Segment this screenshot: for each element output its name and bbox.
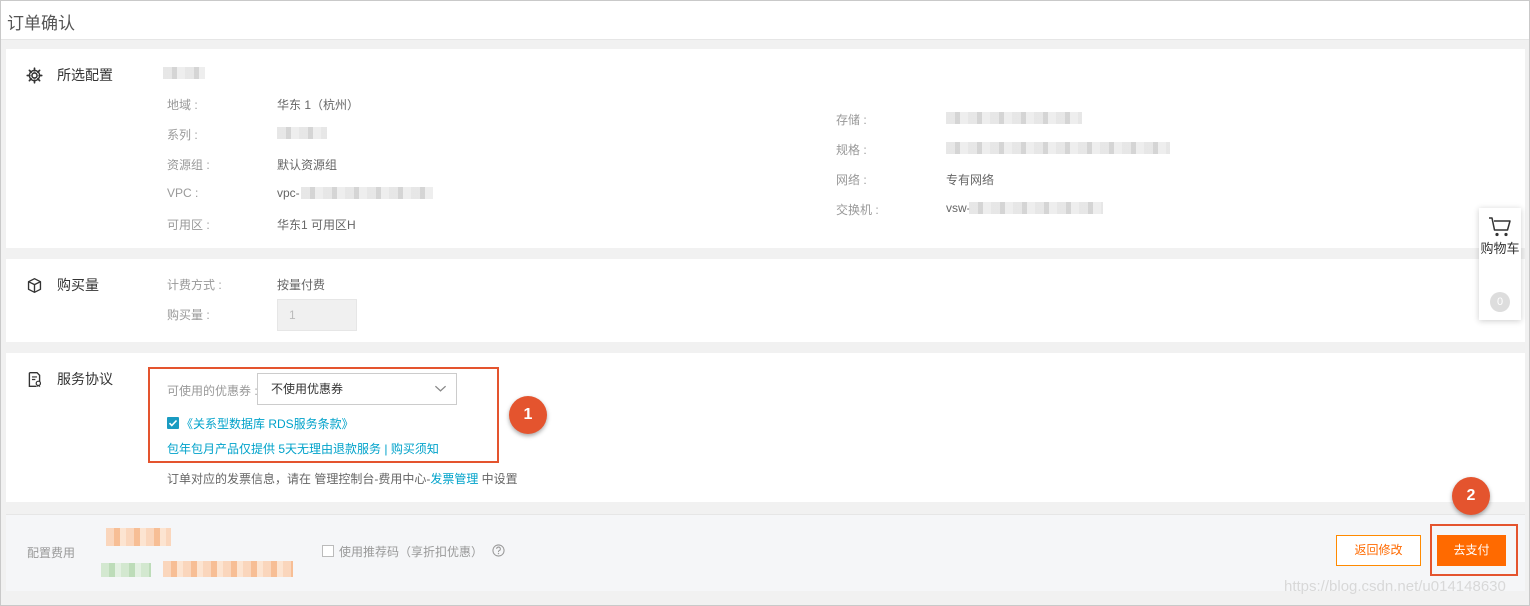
region-value: 华东 1（杭州）: [277, 98, 360, 112]
cart-count-badge: 0: [1490, 292, 1510, 312]
series-label: 系列 :: [167, 128, 198, 142]
vpc-value: vpc-: [277, 186, 300, 200]
page-title: 订单确认: [7, 14, 75, 33]
region-label: 地域 :: [167, 98, 198, 112]
quantity-input[interactable]: 1: [277, 299, 357, 331]
vswitch-label: 交换机 :: [836, 203, 879, 217]
shopping-cart-widget[interactable]: 购物车 0: [1479, 208, 1521, 320]
purchase-panel: [6, 259, 1525, 342]
zone-label: 可用区 :: [167, 218, 210, 232]
config-panel: [6, 49, 1525, 248]
config-section-title: 所选配置: [57, 67, 113, 83]
box-icon: [27, 277, 42, 293]
highlight-box-2: [1430, 524, 1518, 576]
cart-label: 购物车: [1480, 241, 1520, 256]
config-section-header: 所选配置: [26, 65, 113, 85]
network-value: 专有网络: [946, 173, 995, 187]
watermark: https://blog.csdn.net/u014148630: [1284, 578, 1506, 595]
agreement-icon: [28, 371, 42, 387]
purchase-section-header: 购买量: [26, 275, 99, 295]
quantity-label: 购买量 :: [167, 308, 210, 322]
zone-value: 华东1 可用区H: [277, 218, 356, 232]
invoice-prefix: 订单对应的发票信息，请在 管理控制台-费用中心-: [167, 472, 431, 486]
fee-label: 配置费用: [27, 546, 76, 560]
purchase-section-title: 购买量: [57, 277, 99, 293]
vswitch-value: vsw-: [946, 201, 971, 215]
title-bar: 订单确认: [1, 1, 1529, 40]
fee-amount-redacted: [106, 528, 171, 546]
spec-label: 规格 :: [836, 143, 867, 157]
vpc-label: VPC :: [167, 186, 199, 200]
vswitch-id-redacted: [969, 202, 1103, 214]
fee-detail-redacted: [163, 561, 293, 577]
storage-label: 存储 :: [836, 113, 867, 127]
back-to-edit-button[interactable]: 返回修改: [1336, 535, 1421, 566]
billing-value: 按量付费: [277, 278, 326, 292]
fee-discount-redacted: [101, 563, 151, 577]
help-icon[interactable]: [492, 544, 505, 557]
cart-icon: [1489, 217, 1511, 237]
spec-value-redacted: [946, 142, 1170, 154]
vpc-id-redacted: [301, 187, 433, 199]
step-marker-1: 1: [509, 396, 547, 434]
agreement-section-header: 服务协议: [26, 369, 113, 389]
invoice-suffix: 中设置: [478, 472, 518, 486]
step-marker-2: 2: [1452, 477, 1490, 515]
series-value-redacted: [277, 127, 327, 139]
resource-group-label: 资源组 :: [167, 158, 210, 172]
config-name-redacted: [163, 67, 205, 79]
gear-icon: [26, 66, 43, 84]
invoice-management-link[interactable]: 发票管理: [430, 472, 478, 486]
agreement-section-title: 服务协议: [57, 371, 113, 387]
referral-label: 使用推荐码（享折扣优惠）: [339, 545, 484, 559]
invoice-line: 订单对应的发票信息，请在 管理控制台-费用中心-发票管理 中设置: [167, 470, 518, 487]
referral-checkbox[interactable]: [322, 545, 334, 557]
billing-label: 计费方式 :: [167, 278, 222, 292]
network-label: 网络 :: [836, 173, 867, 187]
highlight-box-1: [148, 367, 499, 463]
resource-group-value: 默认资源组: [277, 158, 338, 172]
storage-value-redacted: [946, 112, 1082, 124]
